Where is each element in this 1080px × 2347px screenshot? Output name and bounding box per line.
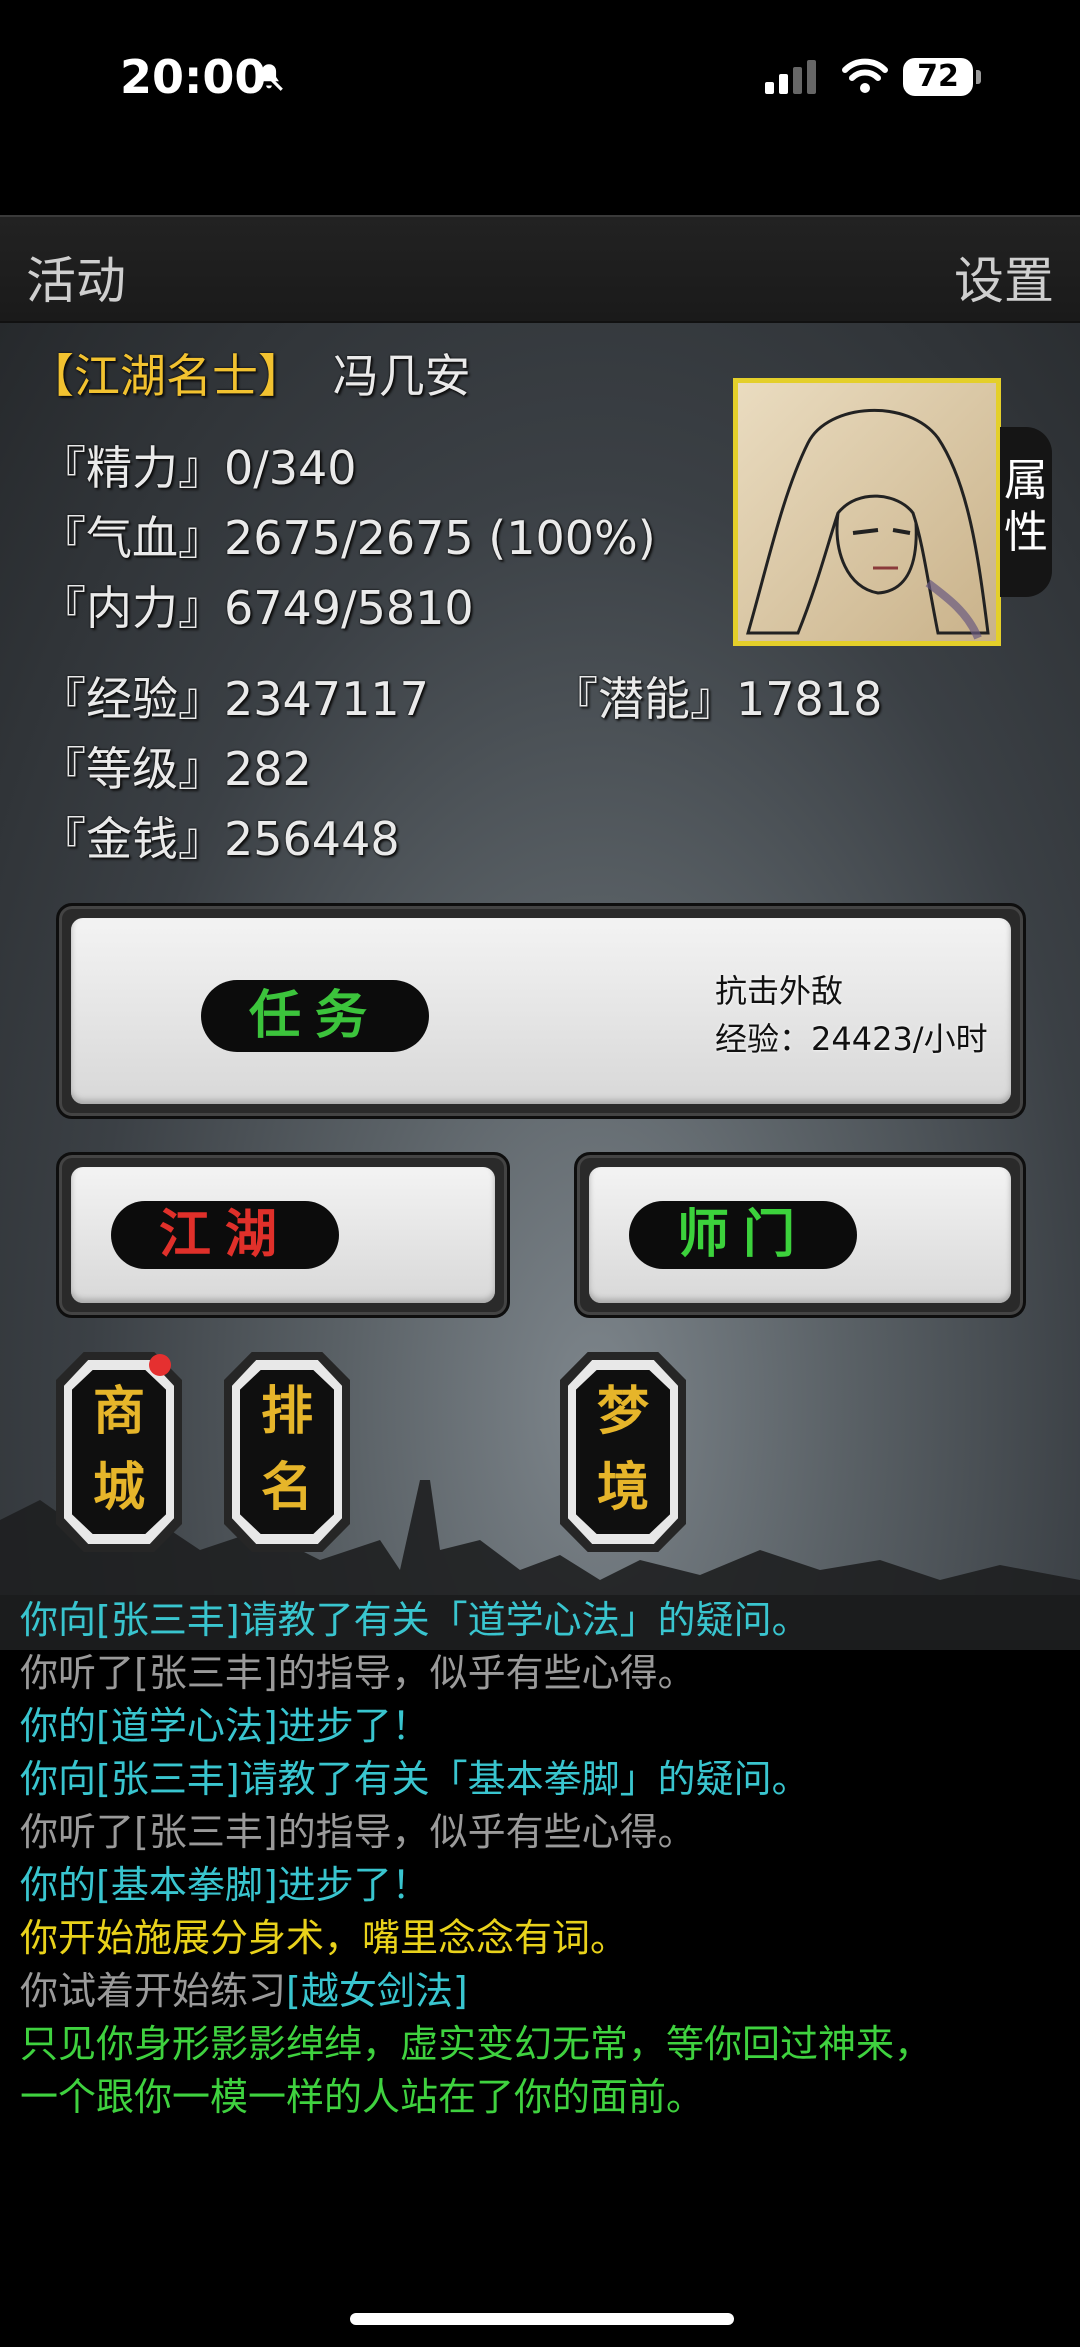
stat-experience: 『经验』2347117 [40, 672, 429, 726]
dreamland-label-top: 梦 [596, 1381, 649, 1442]
stat-energy: 『精力』0/340 [40, 441, 357, 495]
shop-label-top: 商 [92, 1381, 145, 1442]
task-description: 抗击外敌 [715, 972, 844, 1010]
stat-internal-power: 『内力』6749/5810 [40, 581, 474, 635]
status-time: 20:00 [120, 50, 267, 104]
task-exp-rate: 经验：24423/小时 [715, 1020, 988, 1058]
log-line: 只见你身形影影绰绰，虚实变幻无常，等你回过神来， [20, 2022, 933, 2066]
ranking-button[interactable]: 排名 [224, 1352, 350, 1552]
log-line: 你向[张三丰]请教了有关「基本拳脚」的疑问。 [20, 1757, 810, 1801]
shop-label: 商城 [56, 1374, 182, 1526]
stat-level: 『等级』282 [40, 742, 312, 796]
log-line: 你向[张三丰]请教了有关「道学心法」的疑问。 [20, 1598, 810, 1642]
stat-money: 『金钱』256448 [40, 812, 400, 866]
log-line: 你听了[张三丰]的指导，似乎有些心得。 [20, 1651, 696, 1695]
character-portrait[interactable] [733, 378, 1001, 646]
character-header: 【江湖名士】 冯几安 [28, 340, 471, 406]
activity-button[interactable]: 活动 [26, 241, 126, 313]
task-button-face: 任务 抗击外敌 经验：24423/小时 [71, 918, 1011, 1104]
dreamland-label-bottom: 境 [596, 1457, 649, 1518]
shimen-button[interactable]: 师门 [574, 1152, 1026, 1318]
log-line: 你开始施展分身术，嘴里念念有词。 [20, 1916, 629, 1960]
attributes-tab[interactable]: 属性 [1000, 427, 1052, 597]
shimen-button-face: 师门 [589, 1167, 1011, 1303]
log-line: 一个跟你一模一样的人站在了你的面前。 [20, 2075, 705, 2119]
log-line: 你的[基本拳脚]进步了！ [20, 1863, 430, 1907]
log-line: 你试着开始练习[越女剑法] [20, 1965, 1070, 2018]
wifi-icon [842, 58, 888, 93]
jianghu-label: 江湖 [111, 1201, 339, 1269]
log-text: 你试着开始练习 [20, 1969, 287, 2013]
top-nav-bar: 活动 设置 [0, 215, 1080, 325]
message-log[interactable]: 你向[张三丰]请教了有关「道学心法」的疑问。 你听了[张三丰]的指导，似乎有些心… [20, 1594, 1070, 2124]
dreamland-button[interactable]: 梦境 [560, 1352, 686, 1552]
shimen-label: 师门 [629, 1201, 857, 1269]
ranking-label: 排名 [224, 1374, 350, 1526]
notification-dot [149, 1354, 171, 1376]
task-label: 任务 [201, 980, 429, 1052]
dreamland-label: 梦境 [560, 1374, 686, 1526]
jianghu-button-face: 江湖 [71, 1167, 495, 1303]
shop-label-bottom: 城 [92, 1457, 145, 1518]
log-line: 你听了[张三丰]的指导，似乎有些心得。 [20, 1810, 696, 1854]
battery-indicator: 72 [903, 58, 981, 96]
ranking-label-bottom: 名 [260, 1457, 313, 1518]
mute-bell-icon [255, 63, 283, 91]
jianghu-button[interactable]: 江湖 [56, 1152, 510, 1318]
character-name: 冯几安 [332, 349, 471, 403]
home-indicator[interactable] [350, 2313, 734, 2325]
stat-potential: 『潜能』17818 [552, 672, 883, 726]
shop-button[interactable]: 商城 [56, 1352, 182, 1552]
character-title: 【江湖名士】 [28, 349, 304, 403]
log-line: 你的[道学心法]进步了！ [20, 1704, 430, 1748]
cellular-signal-icon [765, 60, 816, 94]
settings-button[interactable]: 设置 [954, 241, 1054, 313]
task-button[interactable]: 任务 抗击外敌 经验：24423/小时 [56, 903, 1026, 1119]
log-skill-link: [越女剑法] [286, 1969, 468, 2013]
ink-portrait-avatar [746, 409, 990, 640]
stat-health: 『气血』2675/2675 (100%) [40, 511, 656, 565]
ranking-label-top: 排 [260, 1381, 313, 1442]
